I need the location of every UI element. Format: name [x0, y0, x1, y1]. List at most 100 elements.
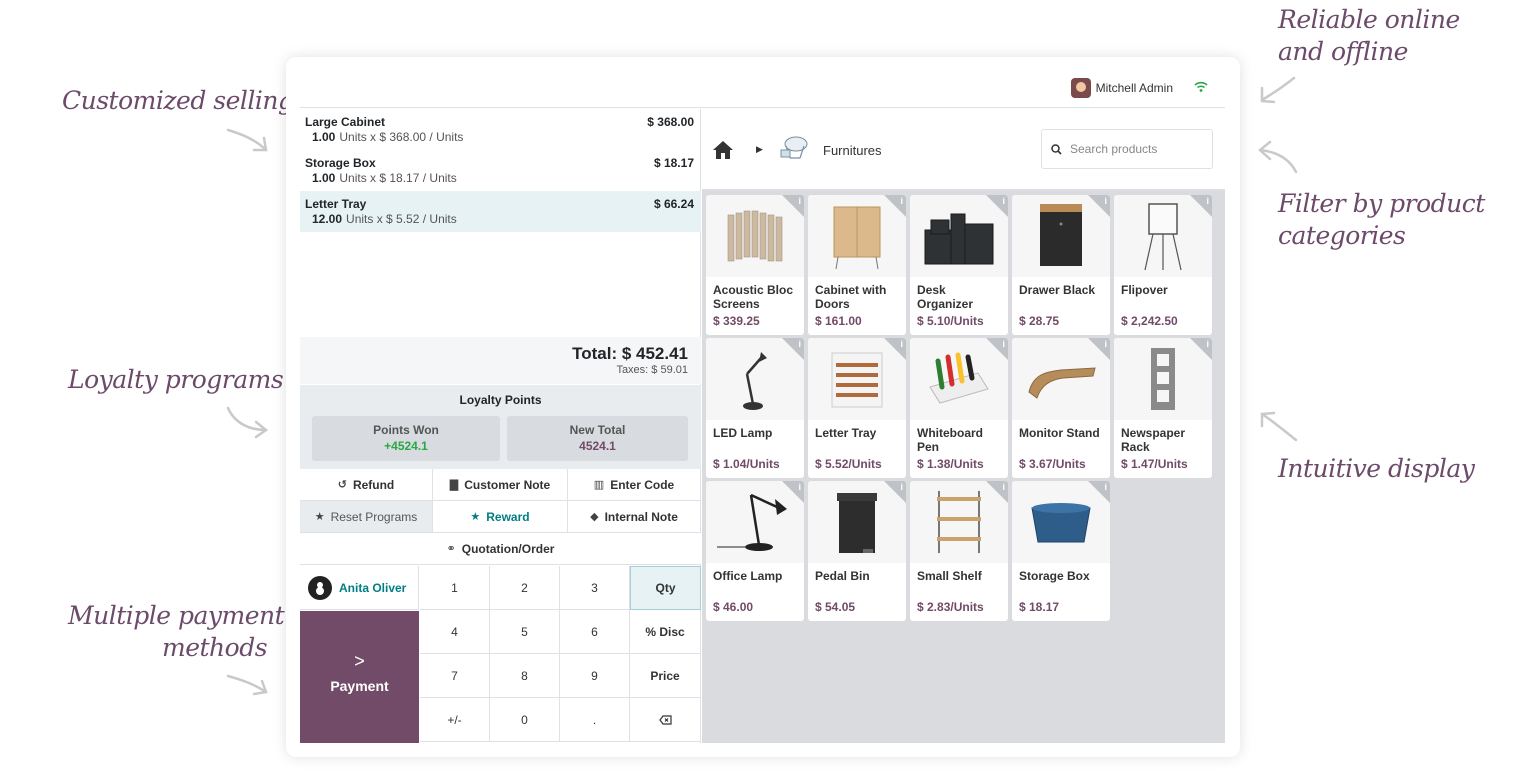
product-name: Storage Box: [1019, 569, 1090, 583]
product-card[interactable]: i Newspaper Rack $ 1.47/Units: [1114, 338, 1212, 478]
product-card[interactable]: i Letter Tray $ 5.52/Units: [808, 338, 906, 478]
order-line[interactable]: Storage Box $ 18.17 1.00 Units x $ 18.17 …: [300, 150, 701, 191]
pos-header: Mitchell Admin: [300, 70, 1225, 108]
product-card[interactable]: i Office Lamp $ 46.00: [706, 481, 804, 621]
numpad-1[interactable]: 1: [420, 566, 490, 610]
order-line-qty: 1.00: [312, 130, 336, 144]
caret-right-icon: ▶: [756, 144, 763, 154]
order-line-unit: Units x $ 368.00 / Units: [339, 130, 464, 144]
reset-programs-button[interactable]: ★ Reset Programs: [300, 501, 433, 533]
refund-label: Refund: [352, 477, 395, 492]
order-totals: Total: $ 452.41 Taxes: $ 59.01: [300, 337, 701, 384]
order-line-selected[interactable]: Letter Tray $ 66.24 12.00 Units x $ 5.52 …: [300, 191, 701, 232]
annotation-intuitive-display: Intuitive display: [1278, 454, 1475, 483]
order-total: Total: $ 452.41: [572, 344, 688, 363]
wifi-icon[interactable]: [1194, 81, 1208, 93]
quotation-order-button[interactable]: ⚭ Quotation/Order: [300, 533, 701, 565]
annotation-filter-line1: Filter by product: [1278, 189, 1485, 218]
product-card[interactable]: i LED Lamp $ 1.04/Units: [706, 338, 804, 478]
product-name: Small Shelf: [917, 569, 982, 583]
product-card[interactable]: i Whiteboard Pen $ 1.38/Units: [910, 338, 1008, 478]
user-name: Mitchell Admin: [1095, 81, 1173, 95]
numpad-qty[interactable]: Qty: [630, 566, 701, 610]
annotation-customized-selling: Customized selling: [62, 86, 294, 115]
numpad-0[interactable]: 0: [490, 698, 560, 742]
product-price: $ 2.83/Units: [917, 600, 984, 614]
product-card[interactable]: i Monitor Stand $ 3.67/Units: [1012, 338, 1110, 478]
arrow-icon: [226, 406, 269, 439]
customer-name: Anita Oliver: [339, 580, 407, 595]
search-input[interactable]: Search products: [1041, 129, 1213, 169]
reward-button[interactable]: ★ Reward: [433, 501, 568, 533]
order-line-price: $ 18.17: [653, 156, 694, 170]
numpad-6[interactable]: 6: [560, 610, 630, 654]
numpad-3[interactable]: 3: [560, 566, 630, 610]
category-label[interactable]: Furnitures: [823, 143, 882, 158]
annotation-reliable-line1: Reliable online: [1278, 5, 1460, 34]
product-card[interactable]: i Acoustic Bloc Screens $ 339.25: [706, 195, 804, 335]
home-icon[interactable]: [712, 140, 734, 160]
arrow-icon: [1260, 411, 1298, 442]
product-price: $ 54.05: [815, 600, 856, 614]
refund-button[interactable]: ↺ Refund: [300, 469, 433, 501]
furniture-category-icon[interactable]: [778, 134, 810, 164]
numpad-8[interactable]: 8: [490, 654, 560, 698]
order-line-name: Large Cabinet: [305, 115, 386, 129]
annotation-payment-line2: methods: [162, 633, 268, 662]
product-card[interactable]: i Flipover $ 2,242.50: [1114, 195, 1212, 335]
product-price: $ 5.10/Units: [917, 314, 984, 328]
product-price: $ 339.25: [713, 314, 760, 328]
product-name: LED Lamp: [713, 426, 773, 440]
payment-button[interactable]: > Payment: [300, 611, 419, 743]
reward-label: Reward: [486, 509, 530, 524]
points-won-label: Points Won: [373, 423, 439, 437]
user-menu[interactable]: Mitchell Admin: [1070, 78, 1173, 98]
order-line-detail: 1.00 Units x $ 18.17 / Units: [312, 171, 695, 185]
numpad-7[interactable]: 7: [420, 654, 490, 698]
product-price: $ 18.17: [1019, 600, 1060, 614]
order-line-price: $ 66.24: [653, 197, 694, 211]
product-card[interactable]: i Pedal Bin $ 54.05: [808, 481, 906, 621]
star-icon: ★: [314, 511, 325, 523]
arrow-icon: [1260, 76, 1296, 104]
numpad-plusminus[interactable]: +/-: [420, 698, 490, 742]
numpad-dot[interactable]: .: [560, 698, 630, 742]
product-price: $ 5.52/Units: [815, 457, 882, 471]
order-line[interactable]: Large Cabinet $ 368.00 1.00 Units x $ 368…: [300, 109, 701, 150]
arrow-icon: [226, 674, 268, 696]
loyalty-panel: Loyalty Points Points Won +4524.1 New To…: [300, 385, 701, 469]
numpad-2[interactable]: 2: [490, 566, 560, 610]
product-card[interactable]: i Cabinet with Doors $ 161.00: [808, 195, 906, 335]
numpad-5[interactable]: 5: [490, 610, 560, 654]
numpad-4[interactable]: 4: [420, 610, 490, 654]
product-card[interactable]: i Drawer Black $ 28.75: [1012, 195, 1110, 335]
customer-button[interactable]: Anita Oliver: [300, 566, 419, 610]
enter-code-label: Enter Code: [610, 477, 675, 492]
user-icon: [308, 575, 332, 600]
order-line-unit: Units x $ 5.52 / Units: [346, 212, 457, 226]
product-price: $ 46.00: [713, 600, 754, 614]
order-line-price: $ 368.00: [647, 115, 694, 129]
order-line-qty: 12.00: [312, 212, 343, 226]
numpad-backspace[interactable]: [630, 698, 701, 742]
order-line-detail: 1.00 Units x $ 368.00 / Units: [312, 130, 695, 144]
product-price: $ 161.00: [815, 314, 862, 328]
numpad-disc[interactable]: % Disc: [630, 610, 701, 654]
internal-note-button[interactable]: ◆ Internal Note: [568, 501, 701, 533]
product-card[interactable]: i Desk Organizer $ 5.10/Units: [910, 195, 1008, 335]
product-card[interactable]: i Storage Box $ 18.17: [1012, 481, 1110, 621]
product-card[interactable]: i Small Shelf $ 2.83/Units: [910, 481, 1008, 621]
product-price: $ 28.75: [1019, 314, 1060, 328]
numpad-price[interactable]: Price: [630, 654, 701, 698]
product-name: Monitor Stand: [1019, 426, 1100, 440]
product-name: Acoustic Bloc Screens: [713, 283, 794, 311]
product-name: Pedal Bin: [815, 569, 870, 583]
product-name: Office Lamp: [713, 569, 783, 583]
numpad-9[interactable]: 9: [560, 654, 630, 698]
barcode-icon: ▥: [593, 479, 605, 491]
new-total-box: New Total 4524.1: [507, 416, 688, 461]
customer-note-button[interactable]: ▇ Customer Note: [433, 469, 568, 501]
annotation-payment-line1: Multiple payment: [68, 601, 285, 630]
enter-code-button[interactable]: ▥ Enter Code: [568, 469, 701, 501]
star-icon: ★: [470, 511, 481, 523]
